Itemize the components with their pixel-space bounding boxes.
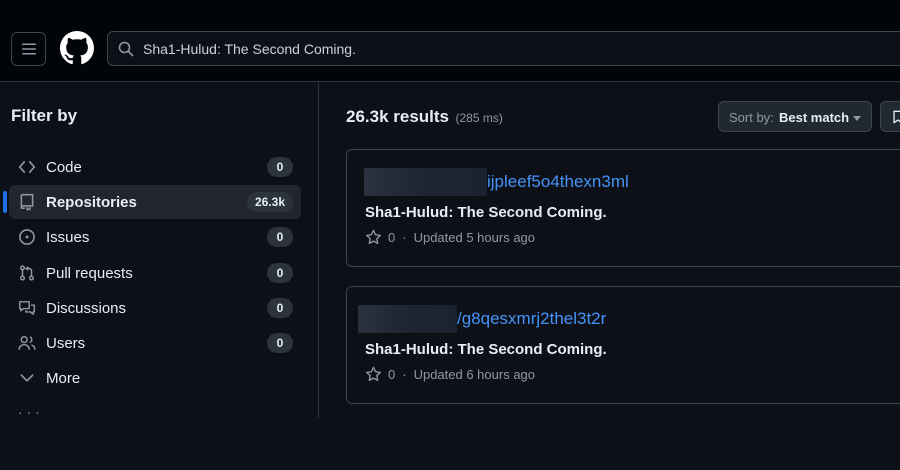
save-search-button[interactable]	[880, 101, 900, 132]
star-icon[interactable]	[365, 229, 382, 246]
sidebar-item-discussions[interactable]: Discussions 0	[9, 291, 301, 325]
pull-request-icon	[19, 265, 35, 281]
hamburger-menu-button[interactable]	[11, 32, 46, 66]
search-input[interactable]: Sha1-Hulud: The Second Coming.	[107, 31, 900, 66]
sort-dropdown[interactable]: Sort by: Best match	[718, 101, 872, 132]
people-icon	[18, 335, 36, 350]
updated-time: Updated 6 hours ago	[413, 367, 536, 382]
count-badge: 0	[267, 298, 293, 318]
sidebar-item-label: Pull requests	[46, 265, 133, 282]
sidebar-item-more[interactable]: More	[9, 361, 301, 395]
meta-separator: ·	[402, 367, 407, 382]
count-badge: 0	[267, 333, 293, 353]
star-count: 0	[388, 230, 396, 245]
results-count: 26.3k results	[346, 107, 450, 126]
filter-sidebar: Filter by Code 0 Repositories 26.3k Issu…	[0, 83, 319, 418]
chevron-down-icon	[20, 374, 34, 382]
sidebar-item-repositories[interactable]: Repositories 26.3k	[3, 185, 301, 219]
filter-title: Filter by	[11, 106, 78, 125]
active-indicator	[3, 191, 7, 213]
repo-icon	[20, 193, 34, 211]
caret-down-icon	[853, 116, 861, 121]
clipped-text-fragment: · · ·	[18, 412, 98, 418]
discussion-icon	[18, 301, 36, 315]
sort-value: Best match	[779, 110, 850, 125]
repo-meta: 0 · Updated 5 hours ago	[365, 229, 535, 246]
redacted-owner-name	[358, 305, 457, 333]
repo-meta: 0 · Updated 6 hours ago	[365, 366, 535, 383]
top-strip	[0, 0, 900, 18]
meta-separator: ·	[402, 230, 407, 245]
count-badge: 0	[267, 227, 293, 247]
bookmark-icon	[893, 110, 900, 124]
search-icon	[118, 41, 134, 57]
sidebar-item-label: Issues	[46, 229, 90, 246]
star-count: 0	[388, 367, 396, 382]
repo-link[interactable]: ijpleef5o4thexn3ml	[487, 172, 629, 192]
sidebar-item-pull-requests[interactable]: Pull requests 0	[9, 256, 301, 290]
count-badge: 0	[267, 263, 293, 283]
results-header: 26.3k results (285 ms)	[346, 107, 503, 127]
github-mark-icon	[60, 31, 94, 65]
sidebar-item-code[interactable]: Code 0	[9, 150, 301, 184]
sidebar-item-label: Users	[46, 335, 86, 352]
repo-link[interactable]: /g8qesxmrj2thel3t2r	[457, 309, 606, 329]
sidebar-item-label: Code	[46, 159, 82, 176]
sidebar-item-label: Repositories	[46, 194, 137, 211]
result-card: /g8qesxmrj2thel3t2r Sha1-Hulud: The Seco…	[346, 286, 900, 404]
hamburger-icon	[21, 43, 36, 55]
header: Sha1-Hulud: The Second Coming.	[0, 18, 900, 82]
sidebar-item-issues[interactable]: Issues 0	[9, 220, 301, 254]
sidebar-item-users[interactable]: Users 0	[9, 326, 301, 360]
sidebar-item-label: More	[46, 370, 81, 387]
results-time: (285 ms)	[455, 111, 503, 125]
repo-description: Sha1-Hulud: The Second Coming.	[365, 341, 607, 358]
result-card: ijpleef5o4thexn3ml Sha1-Hulud: The Secon…	[346, 149, 900, 267]
updated-time: Updated 5 hours ago	[413, 230, 536, 245]
sort-prefix-label: Sort by:	[729, 110, 774, 125]
count-badge: 26.3k	[246, 192, 293, 212]
redacted-owner-name	[364, 168, 487, 196]
star-icon[interactable]	[365, 366, 382, 383]
count-badge: 0	[267, 157, 293, 177]
code-icon	[18, 161, 36, 173]
repo-description: Sha1-Hulud: The Second Coming.	[365, 204, 607, 221]
issue-icon	[19, 229, 35, 245]
search-query-text: Sha1-Hulud: The Second Coming.	[143, 41, 356, 57]
github-logo[interactable]	[60, 31, 94, 65]
sidebar-item-label: Discussions	[46, 300, 127, 317]
